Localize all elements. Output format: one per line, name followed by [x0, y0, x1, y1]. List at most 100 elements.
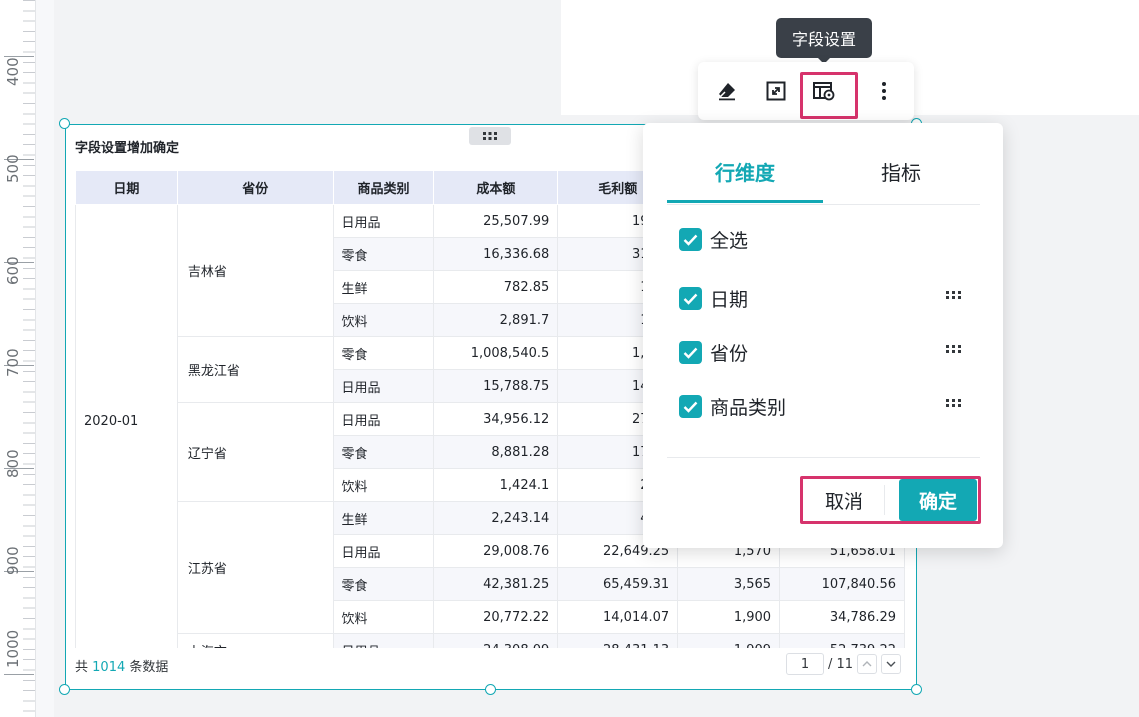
province-cell: 江苏省: [176, 501, 334, 634]
cost-cell: 2,891.7: [433, 303, 559, 337]
cost-cell: 34,956.12: [433, 402, 559, 436]
ruler-label: 500: [4, 154, 22, 183]
drag-grip-icon[interactable]: [946, 399, 964, 411]
field-label: 省份: [710, 343, 749, 365]
value-cell: 1,900: [677, 600, 781, 634]
ruler-label: 1000: [4, 629, 22, 668]
cost-cell: 15,788.75: [433, 369, 559, 403]
resize-handle[interactable]: [59, 684, 70, 695]
cost-cell: 29,008.76: [433, 534, 559, 568]
column-header[interactable]: 日期: [75, 170, 178, 205]
checkbox-checked-icon[interactable]: [679, 341, 702, 364]
category-cell: 生鲜: [332, 270, 435, 304]
vertical-ruler: 400 500 600 700 800 900 1000: [0, 0, 36, 717]
drag-grip-icon[interactable]: [946, 345, 964, 357]
select-all-checkbox[interactable]: 全选: [679, 226, 748, 253]
province-cell: 辽宁省: [176, 402, 334, 502]
ruler-ticks: [23, 0, 35, 717]
panel-divider: [667, 457, 980, 458]
cost-cell: 8,881.28: [433, 435, 559, 469]
field-item-date[interactable]: 日期: [679, 285, 748, 312]
canvas-gutter: [36, 0, 54, 717]
category-cell: 饮料: [332, 468, 435, 502]
checkbox-checked-icon[interactable]: [679, 395, 702, 418]
total-count: 共 1014 条数据: [75, 656, 168, 675]
cost-cell: 25,507.99: [433, 204, 559, 238]
province-cell: 吉林省: [176, 204, 334, 337]
category-cell: 日用品: [332, 633, 435, 648]
value-cell: 1,909: [677, 633, 781, 648]
ruler-label: 800: [4, 449, 22, 478]
column-header[interactable]: 省份: [176, 170, 334, 205]
field-settings-tooltip: 字段设置: [776, 18, 872, 64]
value-cell: 107,840.56: [779, 567, 905, 601]
eraser-icon[interactable]: [712, 76, 742, 106]
category-cell: 饮料: [332, 600, 435, 634]
highlight-box-buttons: [800, 476, 981, 524]
total-suffix: 条数据: [129, 660, 169, 675]
category-cell: 饮料: [332, 303, 435, 337]
cost-cell: 16,336.68: [433, 237, 559, 271]
province-cell: 黑龙江省: [176, 336, 334, 403]
province-cell: 上海市: [176, 633, 334, 648]
ruler-label: 700: [4, 348, 22, 377]
category-cell: 日用品: [332, 534, 435, 568]
cost-cell: 42,381.25: [433, 567, 559, 601]
chevron-down-icon[interactable]: [881, 654, 902, 674]
category-cell: 零食: [332, 237, 435, 271]
component-title: 字段设置增加确定: [75, 141, 180, 156]
pagination: 1 / 11: [786, 653, 902, 675]
chevron-up-icon[interactable]: [857, 654, 878, 674]
cost-cell: 20,772.22: [433, 600, 559, 634]
category-cell: 零食: [332, 567, 435, 601]
drag-grip-icon[interactable]: [946, 291, 964, 303]
cost-cell: 24,308.09: [433, 633, 559, 648]
column-header[interactable]: 成本额: [433, 170, 559, 205]
ruler-major-tick: [4, 674, 34, 675]
highlight-box-field-settings: [800, 72, 858, 119]
date-cell: 2020-01: [75, 204, 178, 648]
ruler-label: 600: [4, 256, 22, 285]
profit-cell: 28,431.13: [557, 633, 679, 648]
value-cell: 34,786.29: [779, 600, 905, 634]
select-all-label: 全选: [710, 230, 749, 252]
field-settings-panel: 行维度 指标 全选 日期 省份 商品类别 取消 确定: [643, 123, 1003, 548]
total-number: 1014: [92, 660, 126, 675]
cost-cell: 782.85: [433, 270, 559, 304]
category-cell: 零食: [332, 336, 435, 370]
checkbox-checked-icon[interactable]: [679, 228, 702, 251]
tab-metrics[interactable]: 指标: [823, 151, 979, 203]
field-item-category[interactable]: 商品类别: [679, 393, 786, 420]
profit-cell: 14,014.07: [557, 600, 679, 634]
resize-handle[interactable]: [911, 684, 922, 695]
field-item-province[interactable]: 省份: [679, 339, 748, 366]
category-cell: 日用品: [332, 369, 435, 403]
drag-handle-icon[interactable]: [469, 127, 511, 145]
cost-cell: 2,243.14: [433, 501, 559, 535]
resize-handle[interactable]: [59, 118, 70, 129]
checkbox-checked-icon[interactable]: [679, 287, 702, 310]
value-cell: 3,565: [677, 567, 781, 601]
profit-cell: 65,459.31: [557, 567, 679, 601]
field-label: 日期: [710, 289, 749, 311]
expand-icon[interactable]: [761, 76, 791, 106]
value-cell: 52,739.22: [779, 633, 905, 648]
category-cell: 生鲜: [332, 501, 435, 535]
total-prefix: 共: [75, 660, 89, 675]
ruler-label: 400: [4, 57, 22, 86]
table-row[interactable]: 上海市日用品24,308.0928,431.131,90952,739.22: [76, 633, 905, 648]
cost-cell: 1,424.1: [433, 468, 559, 502]
cost-cell: 1,008,540.5: [433, 336, 559, 370]
category-cell: 日用品: [332, 402, 435, 436]
column-header[interactable]: 商品类别: [332, 170, 435, 205]
panel-tabs: 行维度 指标: [667, 151, 980, 205]
field-label: 商品类别: [710, 397, 787, 419]
canvas-area: [54, 0, 561, 115]
page-input[interactable]: 1: [786, 653, 824, 675]
category-cell: 零食: [332, 435, 435, 469]
category-cell: 日用品: [332, 204, 435, 238]
tab-row-dimension[interactable]: 行维度: [667, 151, 823, 203]
more-options-icon[interactable]: [869, 76, 899, 106]
ruler-label: 900: [4, 546, 22, 575]
resize-handle[interactable]: [485, 684, 496, 695]
